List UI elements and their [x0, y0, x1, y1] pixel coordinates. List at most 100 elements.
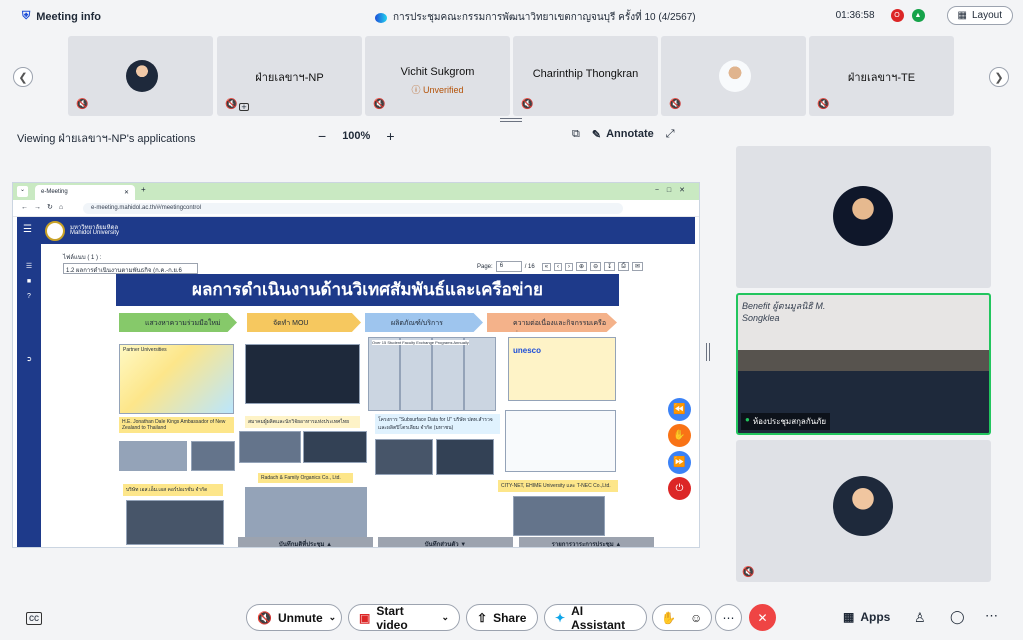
zoom-out-button[interactable]: − — [318, 128, 326, 144]
participant-name: Vichit Sukgrom — [400, 66, 475, 78]
browser-tab[interactable]: e-Meeting ✕ — [35, 185, 135, 200]
video-tile[interactable] — [736, 146, 991, 288]
participant-tile[interactable]: 🔇 — [68, 36, 213, 116]
prev-page-button[interactable]: ‹ — [554, 262, 563, 271]
page-total: / 16 — [524, 263, 535, 270]
captions-icon[interactable]: cc — [26, 612, 42, 625]
tab-agenda-list[interactable]: รายการวาระการประชุม ▲ — [519, 537, 654, 547]
strip-next-button[interactable]: ❯ — [989, 67, 1009, 87]
sidebar-list-icon[interactable]: ☰ — [17, 262, 41, 270]
room-video-tile[interactable]: Benefit ผู้ตนมูลนิธิ M. Songklea ● ห้องป… — [736, 293, 991, 435]
panel-splitter[interactable] — [706, 343, 710, 361]
window-controls[interactable]: −□✕ — [655, 186, 693, 194]
zoom-level: 100% — [342, 130, 371, 142]
participant-tile[interactable]: ฝ่ายเลขาฯ-TE 🔇 — [809, 36, 954, 116]
comment-button[interactable]: ✉ — [631, 262, 643, 271]
raise-hand-icon[interactable]: ✋ — [661, 611, 676, 625]
layout-grid-icon: ▦ — [957, 10, 967, 21]
video-tile[interactable]: 🔇 — [736, 440, 991, 582]
meeting-info-label: Meeting info — [36, 10, 102, 23]
more-options-button[interactable]: ⋯ — [715, 604, 742, 631]
participant-tile[interactable]: Vichit Sukgrom ⓘ Unverified 🔇 — [365, 36, 510, 116]
strip-resize-handle[interactable] — [500, 118, 522, 122]
url-field[interactable]: e-meeting.mahidol.ac.th/#/meetingcontrol — [83, 203, 623, 214]
browser-menu-icon[interactable]: ⌄ — [17, 186, 28, 197]
leave-meeting-button[interactable]: ✕ — [749, 604, 776, 631]
photo — [126, 500, 224, 545]
forward-button[interactable]: ⏩ — [668, 451, 691, 474]
meeting-title-text: การประชุมคณะกรรมการพัฒนาวิทยาเขตกาญจนบุร… — [393, 12, 696, 23]
nav-buttons[interactable]: ←→↻⌂ — [21, 203, 69, 211]
ambassador-caption: H.E. Jonathan Dale Kings Ambassador of N… — [119, 417, 234, 433]
sidebar-logout-icon[interactable]: ➲ — [17, 355, 41, 363]
first-page-button[interactable]: « — [541, 262, 552, 271]
unmute-button[interactable]: 🔇 Unmute ⌄ — [246, 604, 342, 631]
page-label: Page: — [477, 263, 493, 270]
participant-tile[interactable]: ฝ่ายเลขาฯ-NP 🔇 + — [217, 36, 362, 116]
tab-private-notes[interactable]: บันทึกส่วนตัว ▼ — [378, 537, 513, 547]
strip-prev-button[interactable]: ❮ — [13, 67, 33, 87]
zoom-in-doc-button[interactable]: ⊕ — [576, 262, 588, 271]
participant-tile[interactable]: Charinthip Thongkran 🔇 — [513, 36, 658, 116]
photo — [375, 439, 433, 475]
reactions-icon[interactable]: ☺ — [690, 611, 702, 625]
mic-off-icon: 🔇 — [817, 99, 830, 110]
network-health-icon[interactable]: ▲ — [911, 9, 925, 22]
more-panels-icon[interactable]: ⋯ — [985, 608, 998, 624]
participant-tile[interactable]: 🔇 — [661, 36, 806, 116]
page-input[interactable]: 6 — [495, 261, 522, 272]
start-video-button[interactable]: ▣ Start video ⌄ — [348, 604, 460, 632]
annotate-button[interactable]: ✎ Annotate — [592, 128, 654, 141]
remote-control-icon[interactable]: ⧉ — [572, 128, 580, 141]
room-whiteboard-text: Benefit ผู้ตนมูลนิธิ M. Songklea — [742, 301, 826, 323]
annotate-label: Annotate — [606, 128, 654, 140]
radach-caption: Radach & Family Organics Co., Ltd. — [258, 473, 353, 483]
share-button[interactable]: ⇧ Share — [466, 604, 538, 631]
unverified-status: ⓘ Unverified — [411, 85, 464, 95]
ai-assistant-button[interactable]: ✦ AI Assistant — [544, 603, 647, 632]
zoom-out-doc-button[interactable]: ⊖ — [590, 262, 602, 271]
recording-indicator-icon[interactable]: O — [890, 9, 904, 22]
app-sidebar: ☰ ■ ? ➲ — [17, 244, 41, 547]
rewind-button[interactable]: ⏪ — [668, 398, 691, 421]
mou-caption: สมาคมผู้ผลิตและนักวิจัยอาหารแห่งประเทศไท… — [245, 416, 360, 428]
mic-off-icon: 🔇 — [742, 567, 755, 578]
participant-name: ฝ่ายเลขาฯ-NP — [255, 72, 324, 84]
next-page-button[interactable]: › — [565, 262, 574, 271]
company-caption: บริษัท เอส.เอ็ม.เอส คอร์ปอเรชั่น จำกัด — [123, 484, 223, 496]
file-label: ไฟล์แนบ ( 1 ) : — [63, 255, 102, 261]
layout-button[interactable]: ▦ Layout — [946, 6, 1013, 25]
video-column: Benefit ผู้ตนมูลนิธิ M. Songklea ● ห้องป… — [736, 146, 991, 582]
slide-title: ผลการดำเนินงานด้านวิเทศสัมพันธ์และเครือข… — [116, 274, 619, 306]
raise-hand-button[interactable]: ✋ — [668, 424, 691, 447]
chat-icon[interactable]: ◯ — [950, 609, 965, 625]
apps-label: Apps — [860, 610, 891, 624]
hamburger-icon[interactable]: ☰ — [23, 224, 32, 235]
tab-meeting-resolution[interactable]: บันทึกมติที่ประชุม ▲ — [238, 537, 373, 547]
pill-new-cooperation: แสวงหาความร่วมมือใหม่ — [119, 313, 237, 332]
share-label: Share — [493, 610, 527, 625]
new-tab-button[interactable]: + — [141, 185, 146, 194]
download-button[interactable]: ↧ — [604, 262, 616, 271]
meeting-info-button[interactable]: ⛨ Meeting info — [22, 10, 101, 23]
pill-network: ความต่อเนื่องและกิจกรรมเครือข่าย — [487, 313, 617, 332]
expand-icon[interactable]: ⤢ — [666, 128, 675, 141]
viewing-label: Viewing ฝ่ายเลขาฯ-NP's applications — [17, 133, 196, 145]
power-button[interactable]: ⏻ — [668, 477, 691, 500]
sidebar-lock-icon[interactable]: ■ — [17, 278, 41, 285]
chevron-down-icon: ⌄ — [328, 612, 337, 622]
sidebar-help-icon[interactable]: ? — [17, 293, 41, 300]
shared-screen[interactable]: ⌄ e-Meeting ✕ + −□✕ ←→↻⌂ e-meeting.mahido… — [12, 182, 700, 548]
avatar — [833, 186, 893, 246]
share-controls-bar: Viewing ฝ่ายเลขาฯ-NP's applications − 10… — [0, 124, 700, 146]
org-name-en: Mahidol University — [70, 230, 120, 236]
file-select[interactable]: 1.2 ผลการดำเนินงานตามพันธกิจ (ก.ค.-ก.ย.6 — [63, 263, 198, 274]
ai-assistant-label: AI Assistant — [571, 603, 626, 632]
zoom-in-button[interactable]: + — [386, 128, 394, 144]
university-logo — [45, 221, 65, 241]
ai-assistant-icon: ✦ — [555, 610, 566, 625]
apps-button[interactable]: ▦ Apps — [843, 610, 890, 624]
print-button[interactable]: ⎙ — [618, 262, 629, 271]
meeting-toolbar: cc 🔇 Unmute ⌄ ▣ Start video ⌄ ⇧ Share ✦ … — [0, 600, 1023, 640]
participants-icon[interactable]: ♙ — [914, 610, 926, 626]
